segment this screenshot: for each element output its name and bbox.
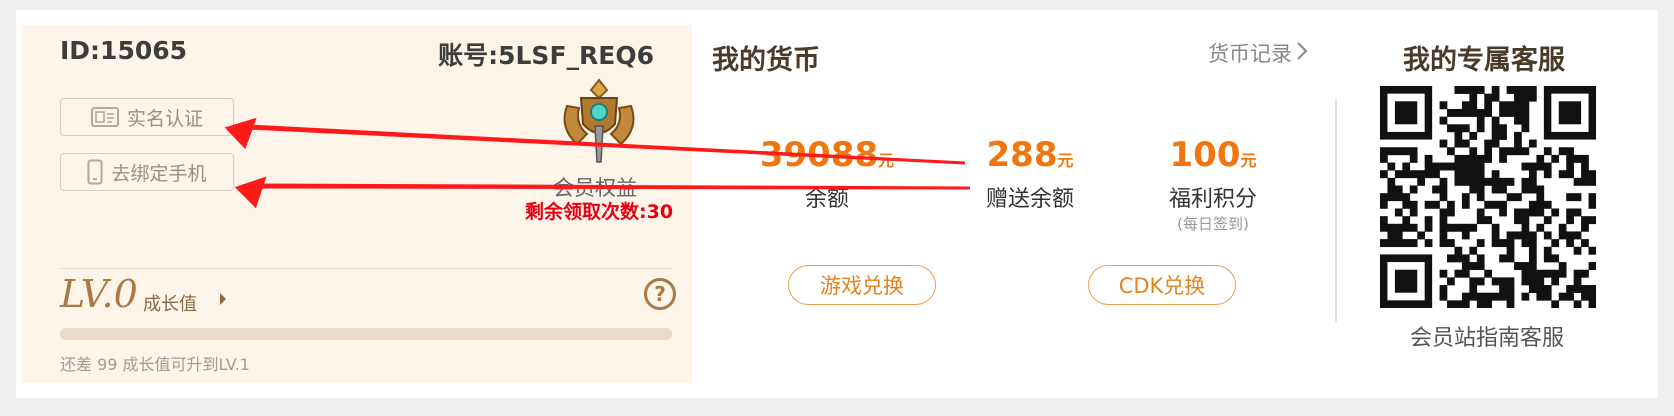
points-sub-label: (每日签到) [1177, 215, 1249, 233]
chevron-right-icon[interactable] [215, 290, 231, 308]
points-value: 100 [1169, 135, 1241, 175]
account-name: 账号:5LSF_REQ6 [438, 41, 654, 70]
balance-value: 39088 [759, 135, 879, 175]
currency-record-link[interactable]: 货币记录 [1208, 38, 1308, 68]
growth-value-link[interactable]: 成长值 [143, 290, 197, 316]
points-label: 福利积分 [1168, 187, 1257, 212]
level-divider [60, 268, 672, 269]
gift-balance-label: 赠送余额 [985, 187, 1074, 212]
currency-title: 我的货币 [712, 45, 820, 76]
gift-balance-unit: 元 [1057, 151, 1074, 170]
realname-verify-label: 实名认证 [126, 107, 203, 130]
service-divider [1335, 100, 1337, 322]
qr-code-icon [1380, 86, 1597, 309]
help-icon[interactable]: ? [644, 278, 676, 310]
gift-balance-value: 288 [986, 135, 1058, 175]
points-unit: 元 [1240, 151, 1257, 170]
medal-icon[interactable] [553, 76, 645, 168]
bind-phone-label: 去绑定手机 [111, 162, 207, 185]
points-stat: 100元 福利积分 (每日签到) [1138, 135, 1288, 234]
level-progress-bar [60, 328, 672, 340]
service-caption: 会员站指南客服 [1410, 326, 1565, 351]
realname-verify-button[interactable]: 实名认证 [60, 98, 234, 136]
balance-stat: 39088元 余额 [752, 135, 902, 213]
bind-phone-button[interactable]: 去绑定手机 [60, 153, 234, 191]
game-exchange-button[interactable]: 游戏兑换 [788, 265, 936, 305]
gift-balance-stat: 288元 赠送余额 [955, 135, 1105, 213]
id-card-icon [90, 107, 119, 127]
upgrade-tip: 还差 99 成长值可升到LV.1 [60, 355, 250, 374]
cdk-exchange-button[interactable]: CDK兑换 [1088, 265, 1236, 305]
phone-icon [87, 159, 103, 185]
currency-record-label: 货币记录 [1208, 42, 1292, 66]
level-value: LV.0 [60, 272, 138, 316]
remaining-claims-text: 剩余领取次数:30 [525, 201, 674, 223]
service-title: 我的专属客服 [1403, 45, 1565, 76]
balance-label: 余额 [804, 187, 849, 212]
balance-unit: 元 [878, 151, 895, 170]
account-id: ID:15065 [60, 36, 188, 65]
chevron-right-icon [1296, 41, 1308, 66]
